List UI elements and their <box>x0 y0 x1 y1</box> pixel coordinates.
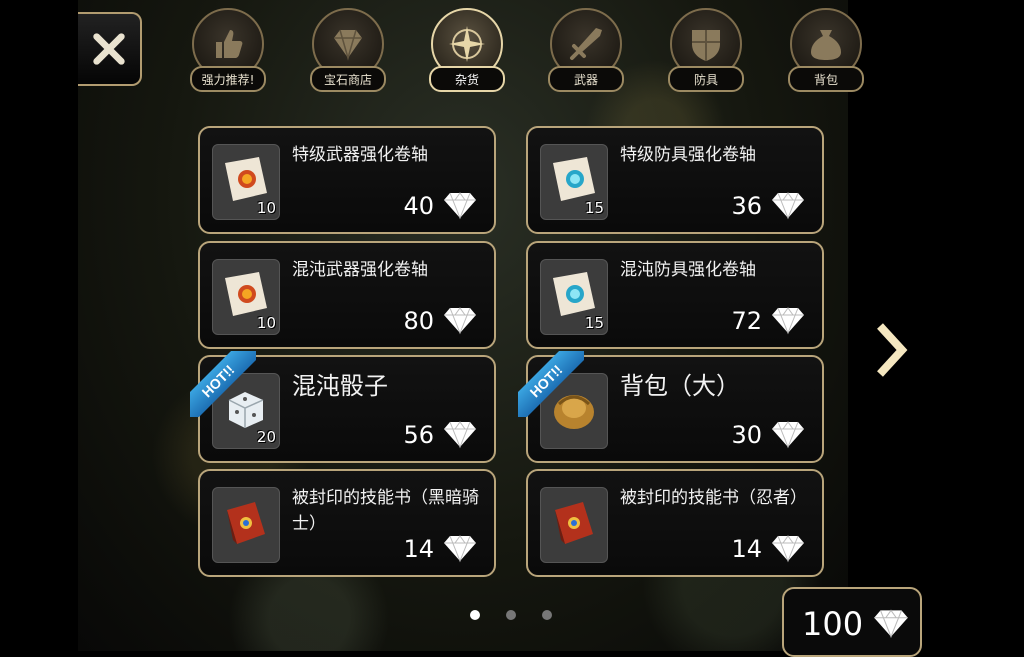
diamond-icon <box>772 535 804 563</box>
page-dot[interactable] <box>506 610 516 620</box>
item-price: 56 <box>403 421 434 449</box>
shop-item-card[interactable]: 被封印的技能书（黑暗骑士） 14 <box>198 469 496 577</box>
diamond-icon <box>444 421 476 449</box>
skill-book-icon <box>227 502 265 544</box>
item-name: 被封印的技能书（黑暗骑士） <box>292 488 479 534</box>
gem-balance: 100 <box>782 587 922 657</box>
tab-label: 宝石商店 <box>310 66 386 92</box>
shop-item-card[interactable]: 20 混沌骰子 56 HOT!! <box>190 351 496 463</box>
item-name: 特级防具强化卷轴 <box>620 145 756 165</box>
item-name: 混沌骰子 <box>292 372 388 400</box>
item-price: 80 <box>403 307 434 335</box>
tab-label: 强力推荐! <box>190 66 266 92</box>
bag-icon <box>811 30 841 60</box>
page-dot[interactable] <box>470 610 480 620</box>
hot-badge: HOT!! <box>190 351 256 417</box>
thumbs-up-icon <box>216 30 243 58</box>
compass-icon <box>449 26 485 62</box>
tab-label: 背包 <box>788 66 864 92</box>
item-name: 特级武器强化卷轴 <box>292 145 428 165</box>
shop-item-card[interactable]: 10 混沌武器强化卷轴 80 <box>198 241 496 349</box>
tab-label: 杂货 <box>429 66 505 92</box>
tab-recommended[interactable]: 强力推荐! <box>190 8 266 94</box>
item-quantity: 10 <box>256 199 276 217</box>
page-dot[interactable] <box>542 610 552 620</box>
item-price: 40 <box>403 192 434 220</box>
close-button[interactable] <box>78 12 142 86</box>
item-name: 被封印的技能书（忍者） <box>620 488 807 508</box>
diamond-icon <box>444 192 476 220</box>
item-name: 背包（大） <box>620 372 740 400</box>
shield-icon <box>692 30 720 61</box>
item-price: 14 <box>403 535 434 563</box>
item-price: 72 <box>731 307 762 335</box>
item-quantity: 15 <box>584 199 604 217</box>
item-price: 30 <box>731 421 762 449</box>
diamond-icon <box>772 421 804 449</box>
tab-label: 武器 <box>548 66 624 92</box>
item-name: 混沌防具强化卷轴 <box>620 260 756 280</box>
shop-item-card[interactable]: 被封印的技能书（忍者） 14 <box>526 469 824 577</box>
item-quantity: 10 <box>256 314 276 332</box>
tab-armor[interactable]: 防具 <box>668 8 744 94</box>
next-page-arrow-icon[interactable] <box>872 322 908 378</box>
shop-item-card[interactable]: 10 特级武器强化卷轴 40 <box>198 126 496 234</box>
hot-badge: HOT!! <box>518 351 584 417</box>
tab-label: 防具 <box>668 66 744 92</box>
shop-item-card[interactable]: 15 混沌防具强化卷轴 72 <box>526 241 824 349</box>
sword-icon <box>570 28 602 60</box>
diamond-icon <box>772 307 804 335</box>
item-name: 混沌武器强化卷轴 <box>292 260 428 280</box>
diamond-icon <box>772 192 804 220</box>
tab-gem-shop[interactable]: 宝石商店 <box>310 8 386 94</box>
item-quantity: 20 <box>256 428 276 446</box>
tab-misc[interactable]: 杂货 <box>429 8 505 94</box>
skill-book-icon <box>555 502 593 544</box>
item-price: 36 <box>731 192 762 220</box>
diamond-icon <box>874 609 908 639</box>
diamond-icon <box>444 307 476 335</box>
tab-bag[interactable]: 背包 <box>788 8 864 94</box>
close-icon <box>93 33 125 65</box>
diamond-icon <box>444 535 476 563</box>
shop-item-card[interactable]: 15 特级防具强化卷轴 36 <box>526 126 824 234</box>
item-quantity: 15 <box>584 314 604 332</box>
tab-weapons[interactable]: 武器 <box>548 8 624 94</box>
item-price: 14 <box>731 535 762 563</box>
shop-item-card[interactable]: 背包（大） 30 HOT!! <box>518 351 824 463</box>
gem-icon <box>334 29 362 61</box>
gem-balance-amount: 100 <box>802 605 864 643</box>
